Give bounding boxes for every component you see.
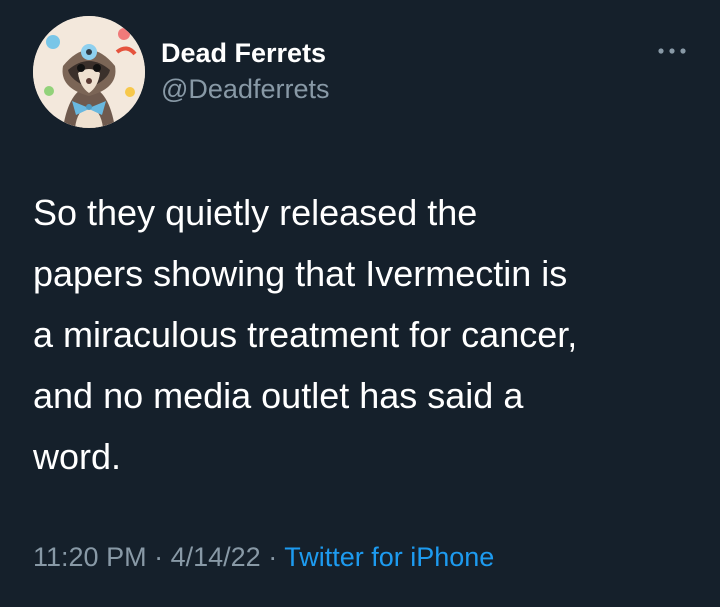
tweet-time[interactable]: 11:20 PM: [33, 542, 147, 572]
avatar[interactable]: [33, 16, 145, 128]
tweet-header: Dead Ferrets @Deadferrets: [33, 16, 696, 130]
more-options-button[interactable]: [656, 41, 688, 61]
tweet-card: Dead Ferrets @Deadferrets So they quietl…: [0, 0, 720, 607]
tweet-source-link[interactable]: Twitter for iPhone: [284, 542, 494, 572]
author-handle[interactable]: @Deadferrets: [161, 72, 329, 106]
author-display-name[interactable]: Dead Ferrets: [161, 36, 329, 70]
more-options-icon: [658, 48, 686, 54]
author-identity: Dead Ferrets @Deadferrets: [161, 36, 329, 106]
tweet-text: So they quietly released the papers show…: [33, 192, 578, 477]
tweet-metadata: 11:20 PM · 4/14/22 · Twitter for iPhone: [33, 540, 494, 574]
metadata-separator: ·: [154, 542, 164, 572]
metadata-separator: ·: [268, 542, 278, 572]
tweet-date[interactable]: 4/14/22: [171, 542, 261, 572]
ferret-avatar-icon: [33, 16, 145, 128]
